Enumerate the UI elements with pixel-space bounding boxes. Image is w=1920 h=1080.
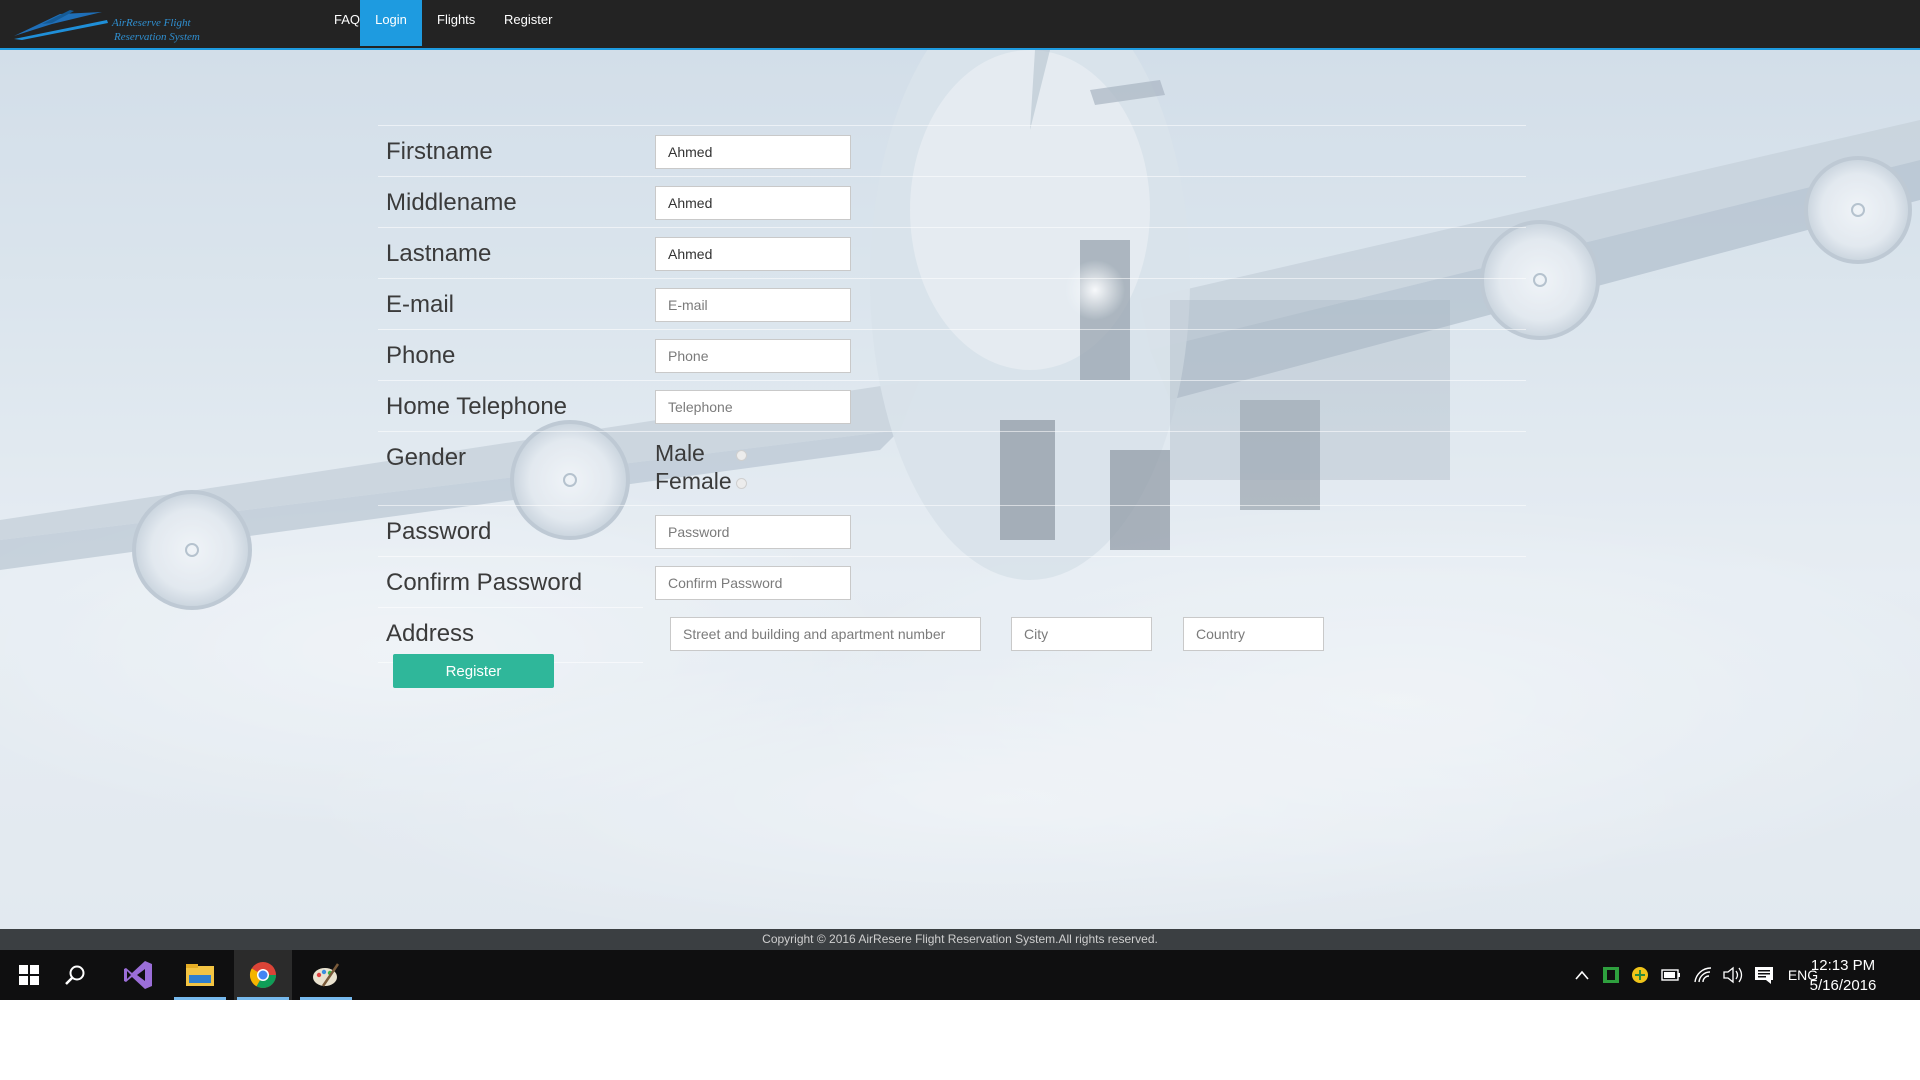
plus-circle-icon (1632, 967, 1648, 983)
firstname-label: Firstname (386, 138, 493, 165)
nav-login[interactable]: Login (360, 0, 422, 46)
nav-register[interactable]: Register (489, 0, 567, 46)
gender-female-radio[interactable] (736, 478, 747, 489)
register-button[interactable]: Register (393, 654, 554, 688)
middlename-input[interactable] (655, 186, 851, 220)
wifi-icon (1694, 967, 1712, 983)
lastname-input[interactable] (655, 237, 851, 271)
country-input[interactable] (1183, 617, 1324, 651)
paint-icon (313, 963, 340, 987)
search-icon (65, 965, 85, 985)
form-row-middlename: Middlename (378, 176, 1526, 227)
firstname-input[interactable] (655, 135, 851, 169)
password-label: Password (386, 518, 492, 545)
taskbar-visual-studio[interactable] (109, 950, 167, 1000)
gender-female-label: Female (655, 468, 732, 494)
tray-action-center[interactable] (1751, 950, 1777, 1000)
tray-battery[interactable] (1658, 950, 1684, 1000)
email-input[interactable] (655, 288, 851, 322)
home-telephone-input[interactable] (655, 390, 851, 424)
logo-text: AirReserve Flight Reservation System (112, 16, 200, 44)
email-label: E-mail (386, 291, 455, 318)
form-row-phone: Phone (378, 329, 1526, 380)
phone-input[interactable] (655, 339, 851, 373)
taskbar-file-explorer[interactable] (171, 950, 229, 1000)
clock-date: 5/16/2016 (1809, 977, 1877, 994)
form-row-password: Password (378, 505, 1526, 556)
street-input[interactable] (670, 617, 981, 651)
middlename-label: Middlename (386, 189, 517, 216)
airplane-logo-icon (14, 10, 108, 40)
address-label: Address (386, 620, 475, 647)
form-row-lastname: Lastname (378, 227, 1526, 278)
password-input[interactable] (655, 515, 851, 549)
browser-page: AirReserve Flight Reservation System FAQ… (0, 0, 1920, 1000)
nav-flights[interactable]: Flights (422, 0, 490, 46)
logo-text-line1: AirReserve Flight (112, 17, 191, 29)
gender-male-label: Male (655, 440, 705, 466)
visual-studio-icon (124, 961, 152, 989)
home-telephone-label: Home Telephone (386, 393, 568, 420)
speaker-icon (1723, 966, 1743, 984)
lastname-label: Lastname (386, 240, 492, 267)
green-app-icon (1603, 967, 1619, 983)
form-row-home-telephone: Home Telephone (378, 380, 1526, 431)
tray-app-plus[interactable] (1628, 950, 1652, 1000)
taskbar-paint[interactable] (297, 950, 355, 1000)
form-row-email: E-mail (378, 278, 1526, 329)
chrome-icon (249, 962, 277, 989)
windows-taskbar: ENG 12:13 PM 5/16/2016 (0, 950, 1920, 1000)
windows-start-icon (19, 965, 39, 985)
form-row-gender: Gender Male Female (378, 431, 1526, 505)
battery-icon (1661, 969, 1680, 981)
top-navbar: AirReserve Flight Reservation System FAQ… (0, 0, 1920, 50)
tray-app-green[interactable] (1599, 950, 1623, 1000)
form-row-confirm-password: Confirm Password (378, 556, 1526, 607)
page-footer: Copyright © 2016 AirResere Flight Reserv… (0, 929, 1920, 950)
city-input[interactable] (1011, 617, 1152, 651)
page-background: Firstname Middlename Lastname E-mail Pho… (0, 50, 1920, 929)
notification-icon (1755, 967, 1773, 984)
confirm-password-label: Confirm Password (386, 569, 583, 596)
tray-volume[interactable] (1720, 950, 1746, 1000)
tray-network[interactable] (1690, 950, 1716, 1000)
form-row-firstname: Firstname (378, 125, 1526, 176)
search-button[interactable] (46, 950, 104, 1000)
tray-show-hidden[interactable] (1570, 950, 1594, 1000)
chevron-up-icon (1575, 970, 1589, 980)
confirm-password-input[interactable] (655, 566, 851, 600)
site-logo[interactable]: AirReserve Flight Reservation System (12, 6, 202, 44)
phone-label: Phone (386, 342, 456, 369)
gender-label: Gender (386, 444, 467, 471)
gender-male-radio[interactable] (736, 450, 747, 461)
clock-time: 12:13 PM (1810, 957, 1876, 974)
file-explorer-icon (186, 964, 214, 986)
taskbar-chrome[interactable] (234, 950, 292, 1000)
logo-text-line2: Reservation System (114, 31, 200, 43)
taskbar-clock[interactable]: 12:13 PM 5/16/2016 (1798, 956, 1888, 996)
